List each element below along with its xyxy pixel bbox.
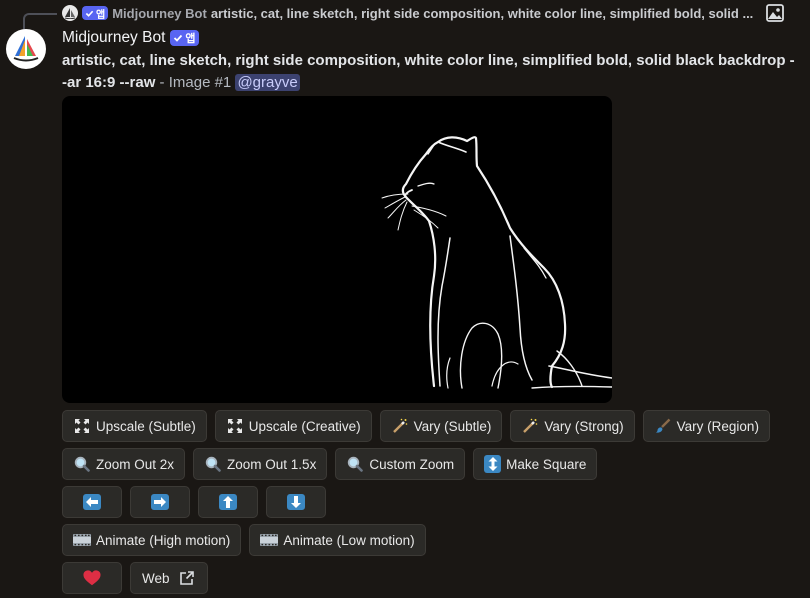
up-down-arrow-icon bbox=[484, 455, 502, 473]
left-arrow-icon bbox=[83, 494, 101, 510]
author-name[interactable]: Midjourney Bot bbox=[62, 29, 165, 47]
vary-subtle-label: Vary (Subtle) bbox=[413, 418, 492, 434]
animate-high-motion-label: Animate (High motion) bbox=[96, 532, 231, 548]
app-badge: 앱 bbox=[170, 30, 199, 46]
make-square-label: Make Square bbox=[506, 456, 587, 472]
zoom-out-1-5x-label: Zoom Out 1.5x bbox=[227, 456, 317, 472]
user-mention[interactable]: @grayve bbox=[235, 74, 300, 91]
custom-zoom-button[interactable]: Custom Zoom bbox=[335, 448, 466, 480]
magic-wand-icon bbox=[391, 417, 409, 435]
action-row-zoom: Zoom Out 2x Zoom Out 1.5x Custom Zoom Ma… bbox=[62, 448, 598, 480]
up-arrow-icon bbox=[219, 494, 237, 510]
reply-reference[interactable]: 앱 Midjourney Bot artistic, cat, line ske… bbox=[62, 4, 800, 22]
vary-strong-label: Vary (Strong) bbox=[544, 418, 624, 434]
magnifier-icon bbox=[346, 455, 364, 473]
pan-up-button[interactable] bbox=[198, 486, 258, 518]
reply-avatar[interactable] bbox=[62, 5, 78, 21]
vary-region-label: Vary (Region) bbox=[676, 418, 759, 434]
upscale-subtle-label: Upscale (Subtle) bbox=[96, 418, 196, 434]
generated-image[interactable] bbox=[62, 96, 612, 403]
pan-right-button[interactable] bbox=[130, 486, 190, 518]
checkmark-icon bbox=[174, 34, 183, 42]
film-strip-icon bbox=[260, 531, 279, 549]
vary-strong-button[interactable]: Vary (Strong) bbox=[510, 410, 635, 442]
pan-left-button[interactable] bbox=[62, 486, 122, 518]
reply-text[interactable]: artistic, cat, line sketch, right side c… bbox=[211, 6, 753, 21]
pan-down-button[interactable] bbox=[266, 486, 326, 518]
favorite-button[interactable] bbox=[62, 562, 122, 594]
app-badge-label: 앱 bbox=[185, 33, 196, 45]
make-square-button[interactable]: Make Square bbox=[473, 448, 598, 480]
right-arrow-icon bbox=[151, 494, 169, 510]
web-link-button[interactable]: Web bbox=[130, 562, 208, 594]
reply-badge-label: 앱 bbox=[96, 9, 106, 21]
checkmark-icon bbox=[85, 10, 94, 17]
action-row-misc: Web bbox=[62, 562, 208, 594]
paintbrush-icon bbox=[654, 417, 672, 435]
external-link-icon bbox=[178, 569, 196, 587]
message-header: Midjourney Bot 앱 bbox=[62, 29, 199, 47]
animate-low-motion-label: Animate (Low motion) bbox=[283, 532, 415, 548]
down-arrow-icon bbox=[287, 494, 305, 510]
vary-subtle-button[interactable]: Vary (Subtle) bbox=[379, 410, 503, 442]
action-row-upscale-vary: Upscale (Subtle) Upscale (Creative) Vary… bbox=[62, 410, 770, 442]
prompt-text: artistic, cat, line sketch, right side c… bbox=[62, 50, 797, 94]
heart-icon bbox=[83, 569, 101, 587]
web-label: Web bbox=[142, 570, 170, 586]
expand-arrows-icon bbox=[73, 417, 91, 435]
magnifier-icon bbox=[204, 455, 222, 473]
author-avatar[interactable] bbox=[6, 29, 46, 69]
image-icon[interactable] bbox=[766, 4, 784, 22]
animate-low-motion-button[interactable]: Animate (Low motion) bbox=[249, 524, 426, 556]
reply-author[interactable]: Midjourney Bot bbox=[112, 6, 207, 21]
zoom-out-1-5x-button[interactable]: Zoom Out 1.5x bbox=[193, 448, 328, 480]
magnifier-icon bbox=[73, 455, 91, 473]
action-row-animate: Animate (High motion) Animate (Low motio… bbox=[62, 524, 426, 556]
action-row-pan bbox=[62, 486, 326, 518]
sailboat-logo-icon bbox=[13, 36, 39, 62]
custom-zoom-label: Custom Zoom bbox=[369, 456, 455, 472]
animate-high-motion-button[interactable]: Animate (High motion) bbox=[62, 524, 242, 556]
reply-app-badge: 앱 bbox=[82, 6, 109, 21]
zoom-out-2x-button[interactable]: Zoom Out 2x bbox=[62, 448, 186, 480]
expand-arrows-icon bbox=[226, 417, 244, 435]
film-strip-icon bbox=[73, 531, 91, 549]
vary-region-button[interactable]: Vary (Region) bbox=[642, 410, 770, 442]
image-label: Image #1 bbox=[168, 74, 232, 91]
zoom-out-2x-label: Zoom Out 2x bbox=[96, 456, 175, 472]
cat-sketch-image bbox=[381, 136, 612, 389]
upscale-creative-label: Upscale (Creative) bbox=[248, 418, 361, 434]
upscale-creative-button[interactable]: Upscale (Creative) bbox=[214, 410, 372, 442]
upscale-subtle-button[interactable]: Upscale (Subtle) bbox=[62, 410, 207, 442]
magic-wand-icon bbox=[521, 417, 539, 435]
prompt-separator: - bbox=[155, 74, 169, 91]
